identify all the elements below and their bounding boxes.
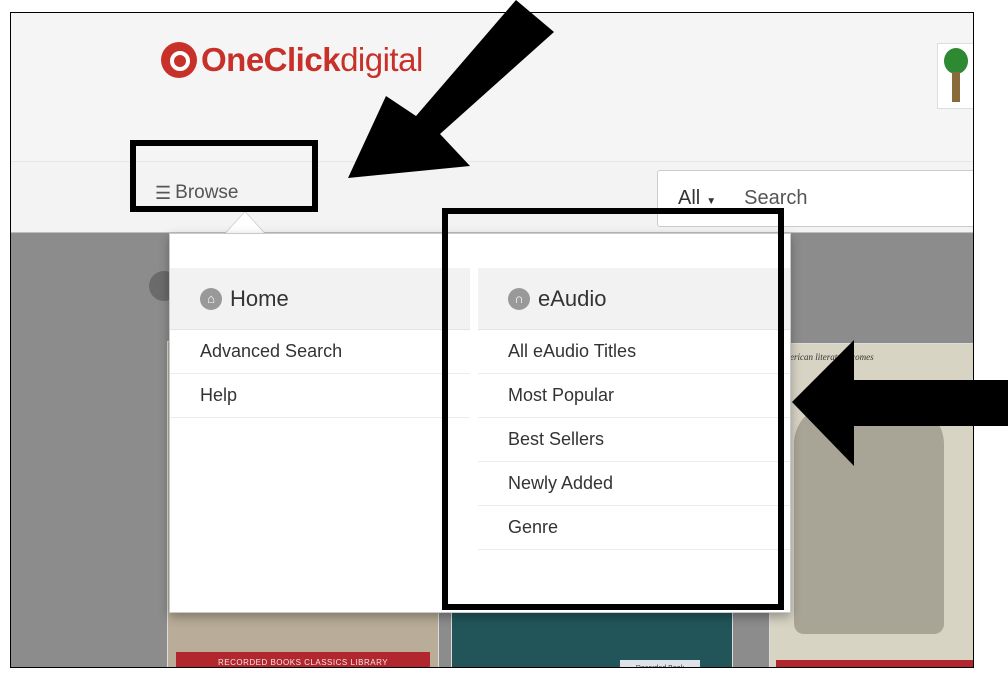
annotation-box-browse	[130, 140, 318, 212]
search-scope-dropdown[interactable]: All ▼	[678, 187, 716, 210]
menu-item-advanced-search[interactable]: Advanced Search	[170, 330, 470, 374]
dropdown-pointer	[225, 211, 265, 233]
publisher-band: Recorded Books Classics Li	[776, 660, 973, 667]
caret-down-icon: ▼	[706, 196, 717, 207]
home-header[interactable]: ⌂ Home	[170, 268, 470, 330]
annotation-arrow-icon	[792, 340, 1008, 466]
home-icon: ⌂	[200, 287, 222, 310]
logo-mark-icon	[161, 42, 197, 78]
library-logo[interactable]	[937, 43, 973, 109]
search-input[interactable]: Search	[744, 187, 807, 210]
annotation-box-eaudio	[442, 208, 784, 610]
tree-icon	[944, 48, 968, 74]
publisher-band: RECORDED BOOKS CLASSICS LIBRARY	[176, 652, 430, 667]
publisher-tag: Recorded Book	[620, 660, 700, 667]
annotation-arrow-icon	[348, 0, 554, 178]
menu-item-help[interactable]: Help	[170, 374, 470, 418]
home-column: ⌂ Home Advanced Search Help	[170, 268, 470, 418]
